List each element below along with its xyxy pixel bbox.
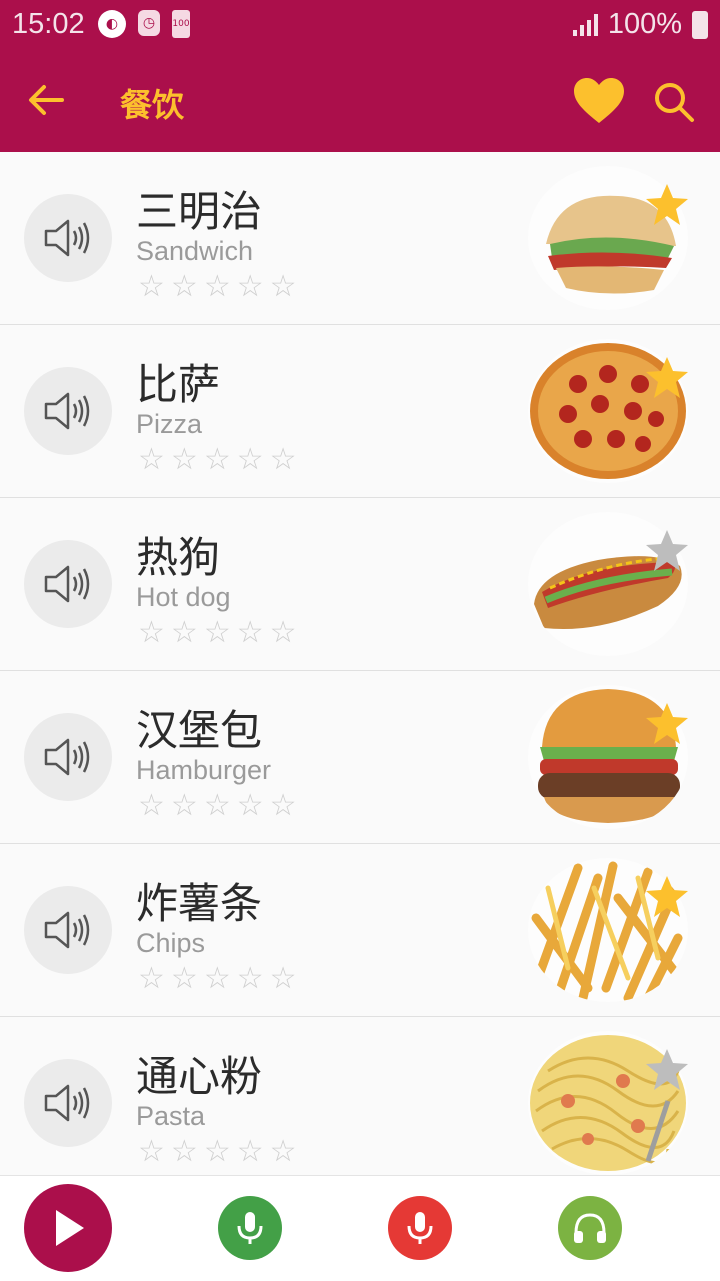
star-icon: ☆ (170, 788, 198, 823)
status-right: 100% (572, 8, 708, 41)
word-english: Chips (136, 928, 206, 958)
favorite-star-icon[interactable] (644, 528, 690, 574)
star-icon: ☆ (203, 1134, 231, 1169)
listen-button[interactable] (558, 1196, 622, 1260)
word-chinese: 汉堡包 (136, 706, 263, 755)
star-icon: ☆ (269, 961, 297, 996)
word-chinese: 热狗 (136, 533, 221, 582)
star-icon: ☆ (170, 269, 198, 304)
star-icon: ☆ (236, 788, 264, 823)
star-icon: ☆ (138, 1134, 165, 1169)
word-chinese: 比萨 (136, 360, 221, 409)
signal-icon (572, 13, 598, 36)
star-icon: ☆ (170, 1134, 198, 1169)
speaker-icon (44, 392, 90, 430)
star-icon: ☆ (203, 961, 231, 996)
speaker-button[interactable] (24, 540, 112, 628)
list-item[interactable]: 比萨 Pizza ☆ ☆ ☆ ☆ ☆ (0, 325, 720, 498)
speaker-button[interactable] (24, 194, 112, 282)
star-icon: ☆ (269, 788, 297, 823)
word-chinese: 三明治 (136, 187, 263, 236)
star-icon: ☆ (138, 269, 165, 304)
speaker-button[interactable] (24, 367, 112, 455)
bottom-action-bar (0, 1175, 720, 1281)
word-english: Hot dog (136, 582, 231, 612)
rating-stars: ☆ ☆ ☆ ☆ ☆ (138, 962, 297, 996)
mic-icon (407, 1212, 433, 1244)
star-icon: ☆ (170, 442, 198, 477)
star-icon: ☆ (138, 442, 165, 477)
rating-stars: ☆ ☆ ☆ ☆ ☆ (138, 270, 297, 304)
speaker-button[interactable] (24, 1059, 112, 1147)
speaker-button[interactable] (24, 886, 112, 974)
star-icon: ☆ (236, 269, 264, 304)
favorite-star-icon[interactable] (644, 874, 690, 920)
heart-icon[interactable] (572, 76, 626, 126)
word-english: Sandwich (136, 236, 254, 266)
rating-stars: ☆ ☆ ☆ ☆ ☆ (138, 616, 297, 650)
speaker-icon (44, 565, 90, 603)
star-icon: ☆ (138, 788, 165, 823)
clock-notification-icon: ◷ (138, 10, 160, 36)
mic-icon (237, 1212, 263, 1244)
star-icon: ☆ (203, 615, 231, 650)
list-item[interactable]: 三明治 Sandwich ☆ ☆ ☆ ☆ ☆ (0, 152, 720, 325)
list-item[interactable]: 热狗 Hot dog ☆ ☆ ☆ ☆ ☆ (0, 498, 720, 671)
star-icon: ☆ (236, 1134, 264, 1169)
favorite-star-icon[interactable] (644, 701, 690, 747)
practice-mic-button[interactable] (218, 1196, 282, 1260)
speaker-icon (44, 1084, 90, 1122)
page-title: 餐饮 (120, 86, 185, 124)
list-item[interactable]: 通心粉 Pasta ☆ ☆ ☆ ☆ ☆ (0, 1017, 720, 1175)
app-notification-icon: ◐ (98, 10, 126, 38)
star-icon: ☆ (269, 269, 297, 304)
status-bar: 15:02 ◐ ◷ 100 100% (0, 0, 720, 52)
word-english: Hamburger (136, 755, 272, 785)
list-item[interactable]: 炸薯条 Chips ☆ ☆ ☆ ☆ ☆ (0, 844, 720, 1017)
play-button[interactable] (24, 1184, 112, 1272)
favorite-star-icon[interactable] (644, 355, 690, 401)
app-bar: 餐饮 (0, 52, 720, 152)
star-icon: ☆ (203, 442, 231, 477)
star-icon: ☆ (236, 961, 264, 996)
star-icon: ☆ (236, 615, 264, 650)
list-item[interactable]: 汉堡包 Hamburger ☆ ☆ ☆ ☆ ☆ (0, 671, 720, 844)
speaker-icon (44, 219, 90, 257)
speaker-icon (44, 911, 90, 949)
status-notification-icons: ◐ ◷ 100 (98, 10, 190, 38)
rating-stars: ☆ ☆ ☆ ☆ ☆ (138, 789, 297, 823)
star-icon: ☆ (170, 961, 198, 996)
star-icon: ☆ (269, 1134, 297, 1169)
search-icon[interactable] (652, 80, 696, 124)
favorite-star-icon[interactable] (644, 182, 690, 228)
rating-stars: ☆ ☆ ☆ ☆ ☆ (138, 1135, 297, 1169)
status-time: 15:02 (12, 8, 85, 40)
star-icon: ☆ (236, 442, 264, 477)
word-chinese: 炸薯条 (136, 879, 263, 928)
word-english: Pasta (136, 1101, 206, 1131)
star-icon: ☆ (138, 961, 165, 996)
play-icon (56, 1210, 84, 1246)
rating-stars: ☆ ☆ ☆ ☆ ☆ (138, 443, 297, 477)
speaker-icon (44, 738, 90, 776)
word-list: 三明治 Sandwich ☆☆☆☆☆ 比萨 Pizza ☆☆☆☆ (0, 152, 720, 1175)
battery-percent: 100% (607, 8, 682, 40)
battery-notification-icon: 100 (172, 10, 190, 38)
star-icon: ☆ (170, 615, 198, 650)
arrow-left-icon[interactable] (24, 78, 68, 122)
battery-icon (692, 10, 708, 39)
star-icon: ☆ (138, 615, 165, 650)
speaker-button[interactable] (24, 713, 112, 801)
headphones-icon (574, 1213, 606, 1243)
word-chinese: 通心粉 (136, 1052, 263, 1101)
favorite-star-icon[interactable] (644, 1047, 690, 1093)
star-icon: ☆ (269, 442, 297, 477)
star-icon: ☆ (203, 269, 231, 304)
star-icon: ☆ (203, 788, 231, 823)
record-button[interactable] (388, 1196, 452, 1260)
word-english: Pizza (136, 409, 203, 439)
star-icon: ☆ (269, 615, 297, 650)
